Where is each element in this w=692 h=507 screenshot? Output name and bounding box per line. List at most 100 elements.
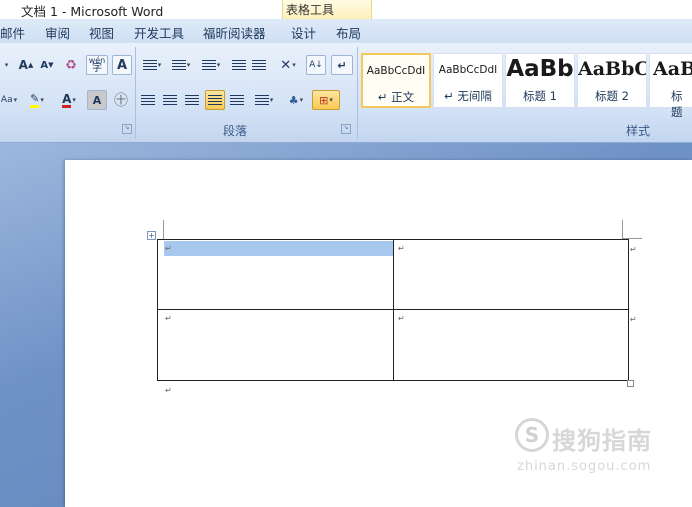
show-hide-marks-button[interactable]: ↵ bbox=[331, 55, 353, 75]
line-spacing-button[interactable]: ▾ bbox=[250, 90, 278, 110]
tab-foxit-reader[interactable]: 福昕阅读器 bbox=[203, 23, 266, 42]
decrease-indent-icon bbox=[232, 59, 246, 71]
enclose-characters-button[interactable]: ㊉ bbox=[110, 90, 132, 110]
style-heading-1-sample: AaBb bbox=[506, 56, 574, 82]
tab-view[interactable]: 视图 bbox=[89, 23, 114, 42]
table-cell-r2c2[interactable] bbox=[394, 310, 628, 380]
watermark-text: 搜狗指南 bbox=[552, 427, 652, 455]
table-tools-label: 表格工具 bbox=[286, 3, 335, 17]
style-heading-1-name: 标题 1 bbox=[523, 89, 557, 103]
sort-icon: A↓ bbox=[309, 60, 323, 70]
style-normal-name: ↵ 正文 bbox=[377, 90, 415, 104]
bullets-icon bbox=[142, 59, 157, 71]
watermark-url: zhinan.sogou.com bbox=[517, 459, 652, 474]
justify-icon bbox=[208, 94, 222, 106]
paragraph-mark: ↵ bbox=[165, 386, 172, 395]
text-effect-dropdown[interactable]: Aa ▾ bbox=[0, 90, 18, 110]
styles-group-label: 样式 bbox=[626, 124, 651, 138]
chinese-layout-icon: ✕ bbox=[280, 57, 292, 73]
align-center-button[interactable] bbox=[161, 90, 179, 110]
numbering-button[interactable]: ▾ bbox=[168, 55, 194, 75]
align-center-icon bbox=[163, 94, 177, 106]
font-size-dropdown[interactable]: ▾ bbox=[0, 55, 12, 75]
document-table[interactable] bbox=[157, 239, 629, 381]
table-move-handle-icon[interactable]: + bbox=[147, 231, 156, 240]
phonetic-guide-button[interactable]: wén 字 bbox=[86, 55, 108, 75]
text-effect-icon: Aa bbox=[0, 95, 13, 105]
end-of-row-mark: ↵ bbox=[630, 315, 637, 324]
increase-indent-button[interactable] bbox=[250, 55, 268, 75]
shrink-font-icon: A bbox=[40, 59, 49, 71]
highlighter-icon: ✎ bbox=[30, 92, 40, 108]
table-resize-handle[interactable] bbox=[627, 380, 634, 387]
grow-font-icon: A bbox=[18, 58, 28, 72]
paint-bucket-icon: ♣ bbox=[288, 93, 299, 107]
clear-formatting-button[interactable]: ♻ bbox=[60, 55, 82, 75]
style-heading-1[interactable]: AaBb 标题 1 bbox=[505, 53, 575, 108]
ribbon: ▾ A ▲ A ▼ ♻ wén 字 A Aa ▾ ✎ ▾ A ▾ A ㊉ ↘ ▾ ▾ ▾ ✕… bbox=[0, 43, 692, 143]
style-title-name: 标题 bbox=[671, 89, 683, 119]
numbering-icon bbox=[171, 59, 186, 71]
paragraph-mark: ↵ bbox=[398, 314, 405, 323]
style-no-spacing[interactable]: AaBbCcDdI ↵ 无间隔 bbox=[433, 53, 503, 108]
style-normal-sample: AaBbCcDdI bbox=[366, 65, 426, 77]
style-normal[interactable]: AaBbCcDdI ↵ 正文 bbox=[361, 53, 431, 108]
style-heading-2-name: 标题 2 bbox=[595, 89, 629, 103]
paragraph-group-label: 段落 bbox=[223, 124, 248, 138]
cell-text-selection bbox=[164, 241, 393, 256]
align-left-icon bbox=[141, 94, 155, 106]
distributed-icon bbox=[230, 94, 244, 106]
font-dialog-launcher-icon[interactable]: ↘ bbox=[122, 124, 132, 134]
distributed-button[interactable] bbox=[228, 90, 246, 110]
grow-font-button[interactable]: A ▲ bbox=[16, 55, 36, 75]
chinese-layout-button[interactable]: ✕ ▾ bbox=[275, 55, 301, 75]
style-title[interactable]: AaB 标题 bbox=[649, 53, 692, 119]
paragraph-mark: ↵ bbox=[398, 244, 405, 253]
tab-review[interactable]: 审阅 bbox=[45, 23, 70, 42]
tab-developer[interactable]: 开发工具 bbox=[134, 23, 184, 42]
align-left-button[interactable] bbox=[139, 90, 157, 110]
style-no-spacing-name: ↵ 无间隔 bbox=[444, 89, 492, 103]
group-separator bbox=[135, 47, 136, 139]
paragraph-mark: ↵ bbox=[165, 314, 172, 323]
style-heading-2[interactable]: AaBbC 标题 2 bbox=[577, 53, 647, 108]
font-color-icon: A bbox=[62, 91, 72, 108]
sort-button[interactable]: A↓ bbox=[306, 55, 326, 75]
tab-mailings[interactable]: 邮件 bbox=[0, 23, 25, 42]
borders-button[interactable]: ⊞ ▾ bbox=[312, 90, 340, 110]
shrink-font-button[interactable]: A ▼ bbox=[37, 55, 57, 75]
character-shading-icon: A bbox=[92, 93, 102, 107]
style-heading-2-sample: AaBbC bbox=[578, 58, 646, 80]
eraser-icon: ♻ bbox=[65, 57, 77, 73]
bullets-button[interactable]: ▾ bbox=[139, 55, 165, 75]
table-cell-r2c1[interactable] bbox=[158, 310, 394, 380]
margin-corner-mark bbox=[622, 220, 623, 239]
paragraph-dialog-launcher-icon[interactable]: ↘ bbox=[341, 124, 351, 134]
margin-corner-mark bbox=[163, 220, 164, 239]
justify-button[interactable] bbox=[205, 90, 225, 110]
character-border-button[interactable]: A bbox=[112, 55, 132, 75]
style-no-spacing-sample: AaBbCcDdI bbox=[438, 64, 498, 76]
align-right-button[interactable] bbox=[183, 90, 201, 110]
font-color-button[interactable]: A ▾ bbox=[54, 90, 84, 110]
multilevel-list-button[interactable]: ▾ bbox=[197, 55, 225, 75]
style-title-sample: AaB bbox=[653, 58, 692, 80]
table-cell-r1c2[interactable] bbox=[394, 240, 628, 310]
line-spacing-icon bbox=[254, 94, 269, 106]
multilevel-list-icon bbox=[201, 59, 216, 71]
enclose-characters-icon: ㊉ bbox=[114, 93, 128, 109]
borders-icon: ⊞ bbox=[319, 93, 329, 107]
character-shading-button[interactable]: A bbox=[87, 90, 107, 110]
align-right-icon bbox=[185, 94, 199, 106]
menu-bar: 邮件 审阅 视图 开发工具 福昕阅读器 设计 布局 bbox=[0, 19, 692, 44]
sogou-logo-icon: S bbox=[515, 418, 549, 452]
tab-table-design[interactable]: 设计 bbox=[291, 23, 316, 42]
character-border-icon: A bbox=[116, 57, 128, 73]
tab-table-layout[interactable]: 布局 bbox=[336, 23, 361, 42]
paragraph-mark: ↵ bbox=[165, 244, 172, 253]
paragraph-mark-icon: ↵ bbox=[337, 58, 347, 72]
group-separator bbox=[357, 47, 358, 139]
decrease-indent-button[interactable] bbox=[230, 55, 248, 75]
highlight-color-button[interactable]: ✎ ▾ bbox=[22, 90, 52, 110]
shading-button[interactable]: ♣ ▾ bbox=[282, 90, 310, 110]
